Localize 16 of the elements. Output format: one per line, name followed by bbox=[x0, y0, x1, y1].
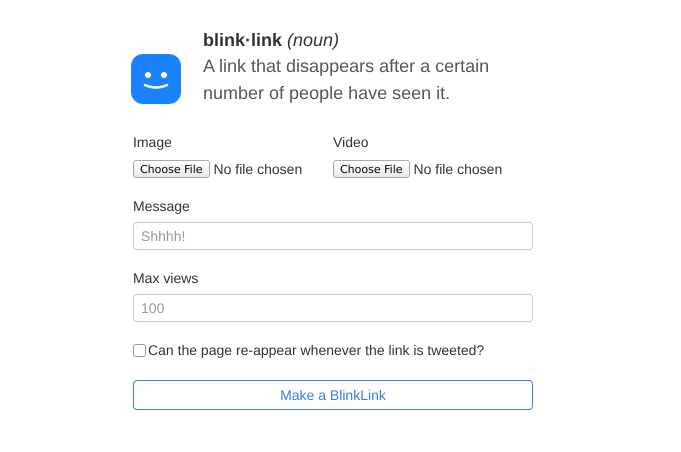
choose-file-button[interactable]: Choose File bbox=[133, 160, 210, 178]
checkbox[interactable] bbox=[133, 344, 146, 356]
term-heading: blink·link (noun) bbox=[203, 29, 340, 51]
smiley-app-icon bbox=[131, 54, 181, 104]
field-label: Video bbox=[333, 134, 370, 150]
file-status-text: No file chosen bbox=[414, 161, 502, 177]
field-label: Max views bbox=[133, 270, 200, 286]
make-blinklink-button[interactable]: Make a BlinkLink bbox=[133, 380, 533, 410]
input-field[interactable]: 100 bbox=[133, 294, 533, 322]
field-label: Message bbox=[133, 198, 191, 214]
definition-text: A link that disappears after a certain number of people have seen it. bbox=[203, 55, 490, 105]
input-field[interactable]: Shhhh! bbox=[133, 222, 533, 250]
file-status-text: No file chosen bbox=[214, 161, 302, 177]
field-label: Image bbox=[133, 134, 173, 150]
checkbox-label: Can the page re-appear whenever the link is tweeted? bbox=[148, 342, 484, 358]
choose-file-button[interactable]: Choose File bbox=[333, 160, 410, 178]
